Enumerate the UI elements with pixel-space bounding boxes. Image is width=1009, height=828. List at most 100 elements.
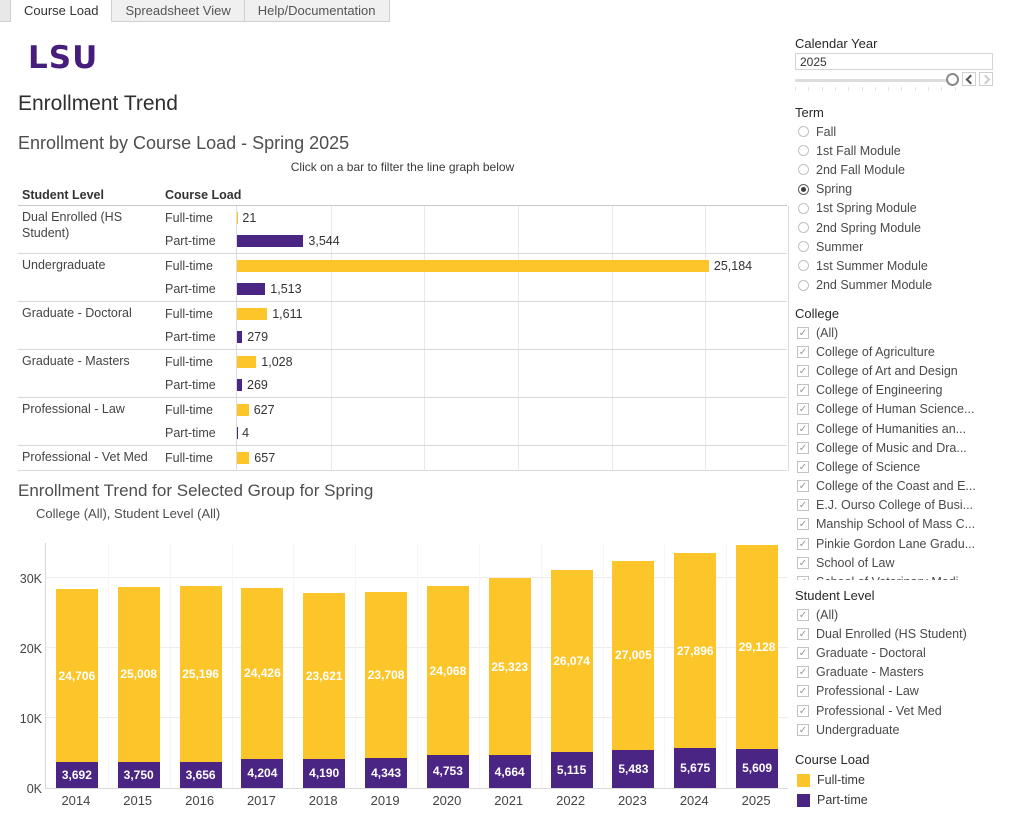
bar-cell[interactable]: 3,544	[236, 230, 787, 254]
part-time-value-label: 4,664	[479, 765, 541, 780]
legend-label: Part-time	[817, 793, 868, 807]
bar-full-time[interactable]	[237, 308, 267, 320]
trend-bar-2014[interactable]: 24,7063,692	[46, 543, 108, 788]
bar-cell[interactable]: 4	[236, 422, 787, 446]
bar-part-time[interactable]	[237, 235, 303, 247]
slider-prev-button[interactable]	[962, 72, 976, 86]
radio-2nd-fall-module[interactable]: 2nd Fall Module	[795, 160, 1007, 179]
student-level-checkbox-all[interactable]: ✓(All)	[795, 605, 1007, 624]
part-time-value-label: 5,115	[541, 763, 603, 778]
college-checkbox-pinkie-gordon-lane-gradu[interactable]: ✓Pinkie Gordon Lane Gradu...	[795, 534, 1007, 553]
bar-cell[interactable]: 1,611	[236, 302, 787, 326]
radio-summer[interactable]: Summer	[795, 237, 1007, 256]
bar-part-time[interactable]	[237, 379, 242, 391]
slider-tick	[822, 87, 823, 91]
college-checkbox-college-of-human-science[interactable]: ✓College of Human Science...	[795, 400, 1007, 419]
bar-value-label: 627	[254, 403, 275, 417]
bar-row-part-time: Part-time269	[165, 374, 787, 398]
radio-fall[interactable]: Fall	[795, 122, 1007, 141]
college-filter-label: College	[795, 306, 839, 321]
radio-1st-fall-module[interactable]: 1st Fall Module	[795, 141, 1007, 160]
trend-bar-2018[interactable]: 23,6214,190	[293, 543, 355, 788]
trend-bar-2017[interactable]: 24,4264,204	[232, 543, 294, 788]
trend-bar-2015[interactable]: 25,0083,750	[108, 543, 170, 788]
trend-bar-2024[interactable]: 27,8965,675	[664, 543, 726, 788]
trend-bar-2023[interactable]: 27,0055,483	[603, 543, 665, 788]
student-level-checkbox-graduate-masters[interactable]: ✓Graduate - Masters	[795, 663, 1007, 682]
x-tick-label: 2021	[478, 793, 540, 808]
tab-help-documentation[interactable]: Help/Documentation	[245, 0, 390, 22]
table-row-dual-enrolled-hs-student: Dual Enrolled (HS Student)Full-time21Par…	[18, 206, 787, 254]
calendar-year-slider-track[interactable]	[795, 79, 958, 82]
student-level-checkbox-dual-enrolled-hs-student[interactable]: ✓Dual Enrolled (HS Student)	[795, 624, 1007, 643]
college-checkbox-school-of-veterinary-medi[interactable]: ✓School of Veterinary Medi...	[795, 572, 1007, 580]
bar-cell[interactable]: 25,184	[236, 254, 787, 278]
bar-cell[interactable]: 21	[236, 206, 787, 230]
bar-value-label: 279	[247, 330, 268, 344]
college-checkbox-college-of-music-and-dra[interactable]: ✓College of Music and Dra...	[795, 438, 1007, 457]
college-checkbox-manship-school-of-mass-c[interactable]: ✓Manship School of Mass C...	[795, 515, 1007, 534]
college-checkbox-e-j-ourso-college-of-busi[interactable]: ✓E.J. Ourso College of Busi...	[795, 496, 1007, 515]
trend-bar-2025[interactable]: 29,1285,609	[726, 543, 788, 788]
college-checkbox-all[interactable]: ✓(All)	[795, 323, 1007, 342]
trend-bar-2021[interactable]: 25,3234,664	[479, 543, 541, 788]
x-tick-label: 2020	[416, 793, 478, 808]
student-level-checkbox-graduate-doctoral[interactable]: ✓Graduate - Doctoral	[795, 643, 1007, 662]
calendar-year-slider-handle[interactable]	[946, 73, 959, 86]
course-load-legend: Full-timePart-time	[795, 770, 1007, 810]
tab-course-load[interactable]: Course Load	[11, 0, 112, 22]
term-filter-label: Term	[795, 105, 824, 120]
trend-bar-2020[interactable]: 24,0684,753	[417, 543, 479, 788]
college-checkbox-school-of-law[interactable]: ✓School of Law	[795, 553, 1007, 572]
student-level-checkbox-undergraduate[interactable]: ✓Undergraduate	[795, 720, 1007, 739]
y-tick-label: 30K	[20, 572, 42, 586]
legend-swatch-full-time	[797, 774, 810, 787]
part-time-value-label: 5,483	[603, 762, 665, 777]
enrollment-by-course-load-chart: Student Level Course Load Dual Enrolled …	[18, 188, 787, 471]
bar-cell[interactable]: 657	[236, 446, 787, 470]
part-time-value-label: 4,190	[293, 766, 355, 781]
bar-full-time[interactable]	[237, 356, 256, 368]
bar-full-time[interactable]	[237, 404, 249, 416]
checkbox-checked-icon: ✓	[797, 666, 809, 678]
student-level-checkbox-professional-vet-med[interactable]: ✓Professional - Vet Med	[795, 701, 1007, 720]
college-checkbox-college-of-engineering[interactable]: ✓College of Engineering	[795, 381, 1007, 400]
radio-1st-spring-module[interactable]: 1st Spring Module	[795, 199, 1007, 218]
radio-2nd-summer-module[interactable]: 2nd Summer Module	[795, 276, 1007, 295]
tab-spreadsheet-view[interactable]: Spreadsheet View	[112, 0, 244, 22]
college-checkbox-college-of-agriculture[interactable]: ✓College of Agriculture	[795, 342, 1007, 361]
trend-bar-2016[interactable]: 25,1963,656	[170, 543, 232, 788]
radio-label: 1st Spring Module	[816, 201, 917, 215]
college-checkbox-college-of-art-and-design[interactable]: ✓College of Art and Design	[795, 361, 1007, 380]
bar-full-time[interactable]	[237, 452, 249, 464]
bar-part-time[interactable]	[237, 283, 265, 295]
part-time-value-label: 4,753	[417, 764, 479, 779]
radio-2nd-spring-module[interactable]: 2nd Spring Module	[795, 218, 1007, 237]
bar-value-label: 21	[242, 211, 256, 225]
checkbox-checked-icon: ✓	[797, 518, 809, 530]
student-level-checkbox-professional-law[interactable]: ✓Professional - Law	[795, 682, 1007, 701]
table-row-graduate-masters: Graduate - MastersFull-time1,028Part-tim…	[18, 350, 787, 398]
x-tick-label: 2014	[45, 793, 107, 808]
full-time-value-label: 23,708	[355, 668, 417, 683]
radio-spring[interactable]: Spring	[795, 180, 1007, 199]
radio-1st-summer-module[interactable]: 1st Summer Module	[795, 256, 1007, 275]
bar-cell[interactable]: 1,513	[236, 278, 787, 302]
trend-bar-2019[interactable]: 23,7084,343	[355, 543, 417, 788]
bar-cell[interactable]: 269	[236, 374, 787, 398]
checkbox-label: College of Music and Dra...	[816, 441, 967, 455]
bar-cell[interactable]: 279	[236, 326, 787, 350]
bar-cell[interactable]: 1,028	[236, 350, 787, 374]
bar-part-time[interactable]	[237, 331, 242, 343]
slider-next-button[interactable]	[979, 72, 993, 86]
trend-bar-2022[interactable]: 26,0745,115	[541, 543, 603, 788]
college-checkbox-college-of-science[interactable]: ✓College of Science	[795, 457, 1007, 476]
table-row-professional-law: Professional - LawFull-time627Part-time4	[18, 398, 787, 446]
bar-full-time[interactable]	[237, 260, 709, 272]
bar-cell[interactable]: 627	[236, 398, 787, 422]
college-checkbox-college-of-humanities-an[interactable]: ✓College of Humanities an...	[795, 419, 1007, 438]
calendar-year-input[interactable]	[795, 53, 993, 70]
x-tick-label: 2015	[107, 793, 169, 808]
slider-tick	[888, 87, 889, 91]
college-checkbox-college-of-the-coast-and-e[interactable]: ✓College of the Coast and E...	[795, 477, 1007, 496]
